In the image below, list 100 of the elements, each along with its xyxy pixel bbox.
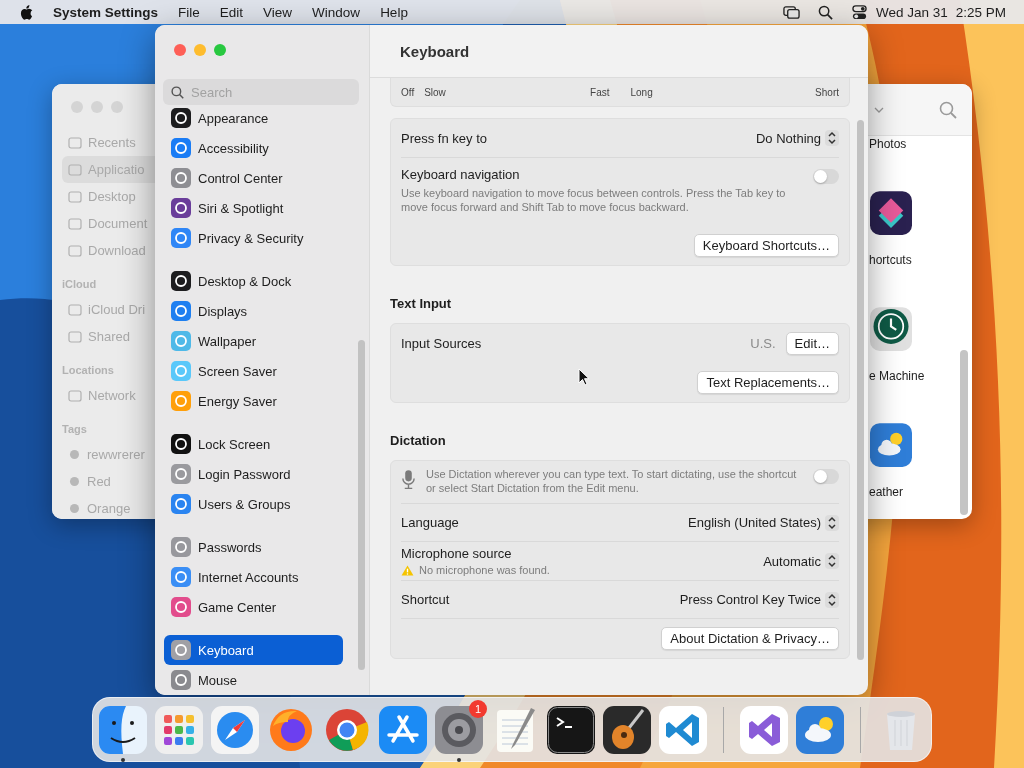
outline-icon xyxy=(68,162,82,177)
sidebar-heading: iCloud xyxy=(62,277,98,292)
gear-icon[interactable] xyxy=(435,705,483,754)
setting-description: Use keyboard navigation to move focus between controls. Press the Tab key to move focus forward and Shift Tab to move focus backward. xyxy=(401,186,787,214)
sidebar-item[interactable]: Appearance xyxy=(164,108,343,133)
setting-label: Keyboard navigation xyxy=(401,167,521,182)
sidebar-item[interactable]: Screen Saver xyxy=(164,356,343,386)
studio-icon[interactable] xyxy=(740,705,788,754)
setting-label: Microphone source xyxy=(401,546,513,561)
close-button[interactable] xyxy=(174,44,186,56)
tick-label: Long xyxy=(630,86,653,98)
action-button[interactable]: About Dictation & Privacy… xyxy=(661,627,839,650)
sidebar-item[interactable]: Control Center xyxy=(164,163,343,193)
tick-label: Off xyxy=(401,86,415,98)
warning-text: No microphone was found. xyxy=(419,564,550,576)
section-heading: Dictation xyxy=(390,433,447,449)
app-label[interactable]: hortcuts xyxy=(868,252,912,268)
sidebar-item[interactable]: Internet Accounts xyxy=(164,562,343,592)
sidebar-item[interactable]: Passwords xyxy=(164,532,343,562)
app-store-icon[interactable] xyxy=(379,705,427,754)
layers-icon[interactable] xyxy=(870,188,912,238)
action-button[interactable]: Text Replacements… xyxy=(697,371,839,394)
tag-dot xyxy=(70,504,79,513)
guitar-icon[interactable] xyxy=(603,705,651,754)
sidebar-item[interactable]: Login Password xyxy=(164,459,343,489)
chevron-down-icon[interactable] xyxy=(874,106,884,113)
sidebar-item[interactable]: Desktop & Dock xyxy=(164,266,343,296)
sidebar-item[interactable]: Energy Saver xyxy=(164,386,343,416)
sidebar-item[interactable]: Displays xyxy=(164,296,343,326)
app-label[interactable]: e Machine xyxy=(868,368,925,384)
app-label[interactable]: eather xyxy=(868,484,904,500)
code-editor-icon[interactable] xyxy=(659,705,707,754)
scrollbar[interactable] xyxy=(960,350,968,515)
setting-label: Press fn key to xyxy=(401,130,487,146)
menu-item[interactable]: View xyxy=(263,4,293,20)
setting-label: Language xyxy=(401,515,459,530)
app-menu[interactable]: System Settings xyxy=(53,4,159,20)
popup-menu[interactable]: Press Control Key Twice xyxy=(679,591,839,608)
sidebar-item[interactable]: Accessibility xyxy=(164,133,343,163)
search-icon xyxy=(171,86,184,99)
apple-icon[interactable] xyxy=(20,4,33,20)
outline-icon xyxy=(68,388,82,403)
app-label[interactable]: Photos xyxy=(868,136,907,152)
scrollbar[interactable] xyxy=(857,120,864,660)
setting-label: Input Sources xyxy=(401,336,482,351)
setting-description: Use Dictation wherever you can type text. To start dictating, use the shortcut or select Start Dictation from the Edit menu. xyxy=(426,467,798,495)
menu-item[interactable]: File xyxy=(178,4,200,20)
section-heading: Text Input xyxy=(390,296,453,312)
clock-icon[interactable] xyxy=(870,304,912,354)
outline-icon xyxy=(68,189,82,204)
weather-icon[interactable] xyxy=(870,420,912,470)
terminal-icon[interactable] xyxy=(547,705,595,754)
sidebar-item[interactable]: Game Center xyxy=(164,592,343,622)
sidebar-item[interactable]: Wallpaper xyxy=(164,326,343,356)
tag-dot xyxy=(70,450,79,459)
tick-label: Short xyxy=(815,86,839,98)
popup-menu[interactable]: Do Nothing xyxy=(755,130,839,146)
search-field[interactable]: Search xyxy=(163,79,359,105)
setting-value: U.S. xyxy=(750,336,776,351)
finder-face-icon[interactable] xyxy=(99,705,147,754)
menu-item[interactable]: Edit xyxy=(219,4,244,20)
microphone-icon xyxy=(401,469,416,490)
toggle-switch[interactable] xyxy=(813,169,839,184)
sidebar-item[interactable]: Siri & Spotlight xyxy=(164,193,343,223)
updown-chevron-icon xyxy=(825,591,839,608)
sidebar-heading: Tags xyxy=(62,422,88,437)
popup-menu[interactable]: Automatic xyxy=(763,553,839,569)
date-text[interactable]: Wed Jan 31 xyxy=(875,4,948,20)
outline-icon xyxy=(68,302,82,317)
outline-icon xyxy=(68,243,82,258)
sidebar-item[interactable]: Mouse xyxy=(164,665,343,695)
menu-item[interactable]: Window xyxy=(312,4,361,20)
time-text[interactable]: 2:25 PM xyxy=(955,4,1006,20)
updown-chevron-icon xyxy=(825,130,839,146)
tick-label: Fast xyxy=(590,86,610,98)
menu-item[interactable]: Help xyxy=(380,4,408,20)
compass-icon[interactable] xyxy=(211,705,259,754)
setting-label: Shortcut xyxy=(401,592,450,607)
popup-menu[interactable]: English (United States) xyxy=(688,514,839,531)
sidebar-item[interactable]: Users & Groups xyxy=(164,489,343,519)
notification-badge: 1 xyxy=(469,699,487,718)
control-center-icon[interactable] xyxy=(850,4,868,20)
search-icon[interactable] xyxy=(816,4,834,20)
sidebar-heading: Locations xyxy=(62,363,115,378)
toggle-switch[interactable] xyxy=(813,469,839,484)
tick-label: Slow xyxy=(424,86,446,98)
updown-chevron-icon xyxy=(825,514,839,531)
sidebar-item[interactable]: Keyboard xyxy=(164,635,343,665)
screen-mirroring-icon[interactable] xyxy=(782,4,800,20)
tag-dot xyxy=(70,477,79,486)
updown-chevron-icon xyxy=(825,553,839,569)
edit-button[interactable]: Edit… xyxy=(785,332,839,355)
app-grid-icon[interactable] xyxy=(155,705,203,754)
scrollbar[interactable] xyxy=(358,340,365,670)
page-title: Keyboard xyxy=(400,42,470,60)
action-button[interactable]: Keyboard Shortcuts… xyxy=(693,234,839,257)
sidebar-item[interactable]: Privacy & Security xyxy=(164,223,343,253)
weather-icon[interactable] xyxy=(796,705,844,754)
cursor-icon xyxy=(578,368,590,386)
sidebar-item[interactable]: Lock Screen xyxy=(164,429,343,459)
